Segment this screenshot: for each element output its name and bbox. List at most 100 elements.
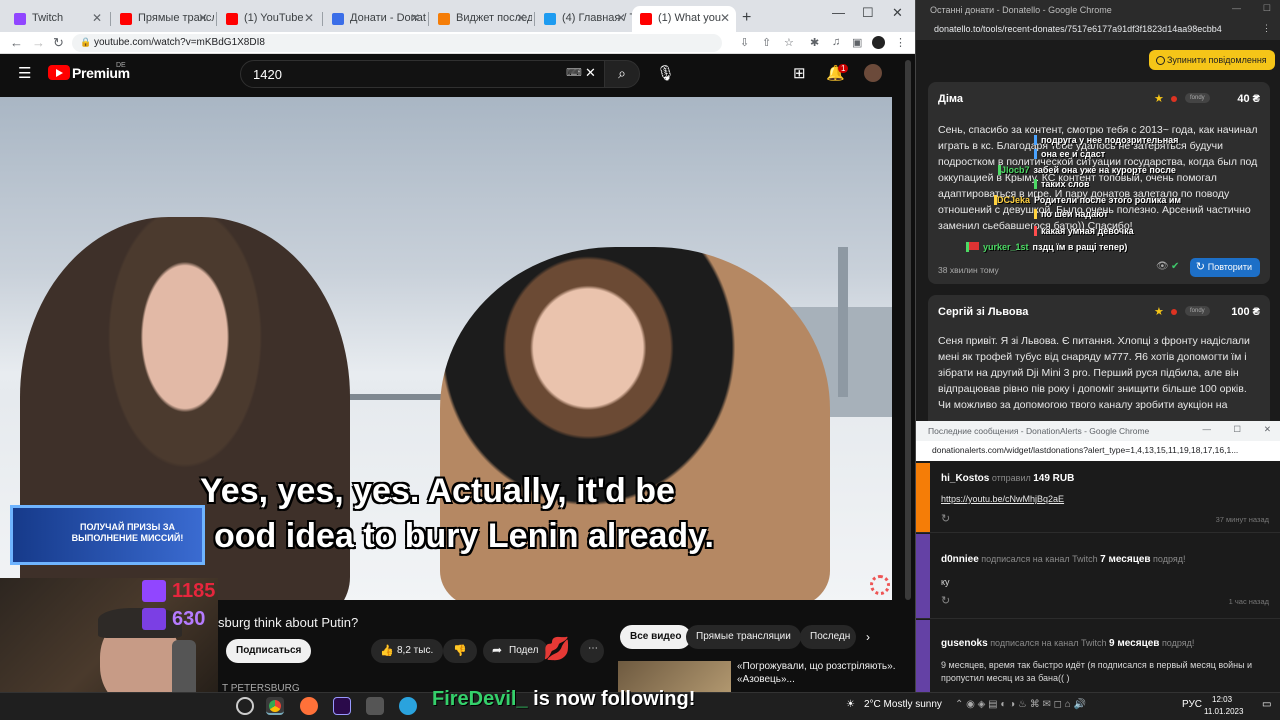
close-icon[interactable]: ✕ xyxy=(516,11,526,25)
avatar[interactable] xyxy=(864,64,882,82)
telegram-icon[interactable] xyxy=(399,697,417,715)
keyboard-icon[interactable]: ⌨ xyxy=(566,66,582,79)
media-icon[interactable]: ♫ xyxy=(832,36,840,48)
close-icon[interactable]: ✕ xyxy=(616,11,626,25)
chat-line: DCJeka Родители после этого ролика им xyxy=(994,195,1181,205)
reload-icon[interactable]: ↻ xyxy=(941,512,950,525)
premiere-icon[interactable] xyxy=(333,697,351,715)
close-icon[interactable]: ✕ xyxy=(1264,424,1271,435)
thumbs-up-icon: 👍 xyxy=(380,645,394,657)
chat-text: пздц їм в ращі тепер) xyxy=(1032,242,1128,252)
microphone-icon[interactable]: 🎙 xyxy=(656,64,675,82)
da-address-bar[interactable]: donationalerts.com/widget/lastdonations?… xyxy=(916,441,1280,461)
language-indicator[interactable]: РУС xyxy=(1182,699,1202,710)
address-bar[interactable]: 🔒 youtube.com/watch?v=mKBdG1X8DI8 xyxy=(72,34,722,52)
tab-donatello[interactable]: Донати - Donate ✕ xyxy=(324,6,426,32)
yt-region: DE xyxy=(116,62,126,69)
chip-live[interactable]: Прямые трансляции xyxy=(686,625,801,649)
install-icon[interactable]: ⇩ xyxy=(740,36,749,49)
da-link[interactable]: https://youtu.be/cNwMhjBq2aE xyxy=(941,494,1064,504)
da-name: d0nniee xyxy=(941,554,979,565)
search-input[interactable]: 1420 ⌨ ✕ xyxy=(240,60,605,88)
da-header: hi_Kostos отправил 149 RUB xyxy=(941,473,1074,484)
clock-date[interactable]: 11.01.2023 xyxy=(1204,707,1243,716)
more-actions-button[interactable]: ⋯ xyxy=(580,639,604,663)
youtube-icon xyxy=(226,13,238,25)
da-action-end: подряд! xyxy=(1150,554,1186,564)
close-icon[interactable]: ✕ xyxy=(410,11,420,25)
donatello-address-bar[interactable]: donatello.to/tools/recent-donates/7517e6… xyxy=(916,20,1280,40)
search-button[interactable]: ⌕ xyxy=(604,60,640,88)
clear-search-icon[interactable]: ✕ xyxy=(585,65,596,81)
minimize-icon[interactable]: — xyxy=(1203,424,1212,434)
firefox-icon[interactable] xyxy=(300,697,318,715)
profile-avatar[interactable] xyxy=(872,36,885,49)
da-action-end: подряд! xyxy=(1159,638,1195,648)
tray-icons[interactable]: ⌃ ◉ ◈ ▤ ◐ ◑ ♨ ⌘ ✉ ◻ ⌂ 🔊 xyxy=(955,699,1086,710)
hamburger-menu-icon[interactable]: ☰ xyxy=(18,64,31,82)
stop-messages-button[interactable]: Зупинити повідомлення xyxy=(1149,50,1275,70)
chat-text: какая умная девочка xyxy=(1041,226,1134,236)
like-button[interactable]: 👍 8,2 тыс. xyxy=(371,639,444,663)
weather-text[interactable]: 2°C Mostly sunny xyxy=(864,699,942,710)
thumbs-down-icon: 👎 xyxy=(453,645,467,657)
subscribe-button[interactable]: Подписаться xyxy=(226,639,312,663)
menu-dots-icon[interactable]: ⋮ xyxy=(895,36,906,49)
da-title-bar: Последние сообщения - DonationAlerts - G… xyxy=(916,421,1280,441)
new-tab-button[interactable]: + xyxy=(742,9,751,27)
menu-dots-icon[interactable]: ⋮ xyxy=(1262,23,1271,34)
chevron-right-icon[interactable]: › xyxy=(866,630,870,644)
notification-center-icon[interactable]: ▭ xyxy=(1262,699,1271,710)
tab-live[interactable]: Прямые трансля ✕ xyxy=(112,6,214,32)
close-icon[interactable]: ✕ xyxy=(304,11,314,25)
weather-icon[interactable]: ☀ xyxy=(846,699,855,710)
chip-all-videos[interactable]: Все видео xyxy=(620,625,692,649)
star-icon[interactable]: ★ xyxy=(1154,92,1164,105)
clock-time[interactable]: 12:03 xyxy=(1212,695,1232,704)
dislike-button[interactable]: 👎 xyxy=(443,639,477,663)
maximize-icon[interactable]: ☐ xyxy=(1263,3,1271,14)
twitter-icon xyxy=(544,13,556,25)
sidepanel-icon[interactable]: ▣ xyxy=(852,36,862,49)
minimize-icon[interactable]: — xyxy=(1232,3,1241,13)
close-window-icon[interactable]: ✕ xyxy=(892,5,903,21)
tab-label: (1) YouTube xyxy=(244,12,304,24)
counter-top: 1185 xyxy=(172,580,216,602)
eye-icon[interactable]: 👁 xyxy=(1156,261,1169,272)
tab-widget[interactable]: Виджет последн ✕ xyxy=(430,6,532,32)
extensions-icon[interactable]: ✱ xyxy=(810,36,819,49)
app-icon[interactable] xyxy=(366,697,384,715)
bookmark-star-icon[interactable]: ☆ xyxy=(784,36,794,49)
close-icon[interactable]: ✕ xyxy=(198,11,208,25)
recommended-title[interactable]: «Погрожували, що розстріляють». «Азовець… xyxy=(737,660,897,686)
minimize-icon[interactable]: — xyxy=(832,5,845,20)
share-button[interactable]: ➦ Подел xyxy=(483,639,549,663)
close-icon[interactable]: ✕ xyxy=(92,11,102,25)
url-text: donationalerts.com/widget/lastdonations?… xyxy=(932,445,1239,455)
youtube-logo-icon[interactable] xyxy=(48,65,70,80)
maximize-icon[interactable]: ☐ xyxy=(862,5,874,21)
repeat-button[interactable]: Повторити xyxy=(1189,258,1260,277)
reload-icon[interactable]: ↻ xyxy=(53,35,64,51)
obs-icon[interactable] xyxy=(236,697,254,715)
chat-line: Jlocb7 забей она уже на курорте после xyxy=(998,165,1176,175)
reload-icon[interactable]: ↻ xyxy=(941,594,950,607)
tab-twitter[interactable]: (4) Главная / Tw ✕ xyxy=(536,6,632,32)
tab-active-video[interactable]: (1) What you ✕ xyxy=(632,6,736,32)
star-icon[interactable]: ★ xyxy=(1154,305,1164,318)
create-video-icon[interactable]: ⊞ xyxy=(793,64,806,82)
flag-icon xyxy=(1171,309,1177,315)
back-icon[interactable]: ← xyxy=(10,35,23,50)
chip-latest[interactable]: Последн xyxy=(800,625,856,649)
page-scrollbar[interactable] xyxy=(905,60,911,600)
caption-line-2: ood idea to bury Lenin already. xyxy=(214,517,715,555)
youtube-icon xyxy=(640,13,652,25)
maximize-icon[interactable]: ☐ xyxy=(1233,424,1241,435)
tab-twitch[interactable]: Twitch ✕ xyxy=(6,6,108,32)
close-icon[interactable]: ✕ xyxy=(720,11,730,25)
like-count: 8,2 тыс. xyxy=(397,645,434,656)
tab-youtube[interactable]: (1) YouTube ✕ xyxy=(218,6,320,32)
forward-icon[interactable]: → xyxy=(32,35,45,50)
da-value: 149 RUB xyxy=(1033,473,1075,484)
share-icon[interactable]: ⇧ xyxy=(762,36,771,49)
